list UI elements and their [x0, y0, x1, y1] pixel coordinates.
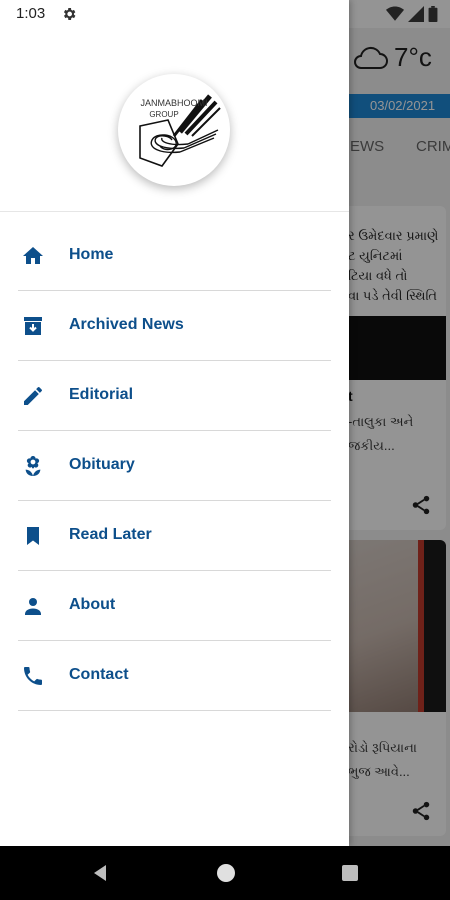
battery-icon	[428, 6, 438, 22]
menu-item-label: Archived News	[69, 316, 184, 333]
menu-item-label: About	[69, 596, 116, 613]
clock: 1:03	[16, 5, 46, 22]
drawer-header: JANMABHOOMI GROUP	[0, 28, 349, 212]
drawer-menu: Home Archived News Editorial Obituary Re…	[0, 221, 349, 711]
recents-icon[interactable]	[340, 863, 360, 883]
system-icons	[386, 6, 438, 22]
wifi-icon	[386, 6, 404, 21]
archive-icon	[24, 317, 42, 335]
status-bar: 1:03	[0, 0, 450, 28]
menu-item-label: Obituary	[69, 456, 135, 473]
bookmark-icon	[27, 527, 39, 545]
navigation-drawer: JANMABHOOMI GROUP Home Archived News Edi…	[0, 0, 349, 846]
menu-item-archived-news[interactable]: Archived News	[0, 291, 349, 361]
home-icon	[23, 247, 43, 264]
flower-icon	[25, 456, 41, 476]
home-button-icon[interactable]	[216, 863, 236, 883]
menu-item-contact[interactable]: Contact	[0, 641, 349, 711]
menu-item-read-later[interactable]: Read Later	[0, 501, 349, 571]
back-icon[interactable]	[90, 863, 110, 883]
menu-item-label: Contact	[69, 666, 129, 683]
menu-item-label: Home	[69, 246, 114, 263]
menu-item-home[interactable]: Home	[0, 221, 349, 291]
janmabhoomi-logo: JANMABHOOMI GROUP	[118, 74, 230, 186]
menu-item-obituary[interactable]: Obituary	[0, 431, 349, 501]
logo-graphic	[139, 94, 221, 167]
menu-item-label: Editorial	[69, 386, 134, 403]
pencil-icon	[24, 386, 43, 405]
divider	[18, 710, 331, 711]
phone-icon	[24, 667, 42, 685]
signal-icon	[408, 6, 424, 22]
menu-item-editorial[interactable]: Editorial	[0, 361, 349, 431]
person-icon	[25, 598, 41, 615]
logo-text: GROUP	[149, 110, 179, 119]
gear-icon	[63, 8, 76, 20]
system-navigation-bar	[0, 846, 450, 900]
menu-item-about[interactable]: About	[0, 571, 349, 641]
menu-item-label: Read Later	[69, 526, 152, 543]
logo-text: JANMABHOOMI	[140, 98, 208, 108]
